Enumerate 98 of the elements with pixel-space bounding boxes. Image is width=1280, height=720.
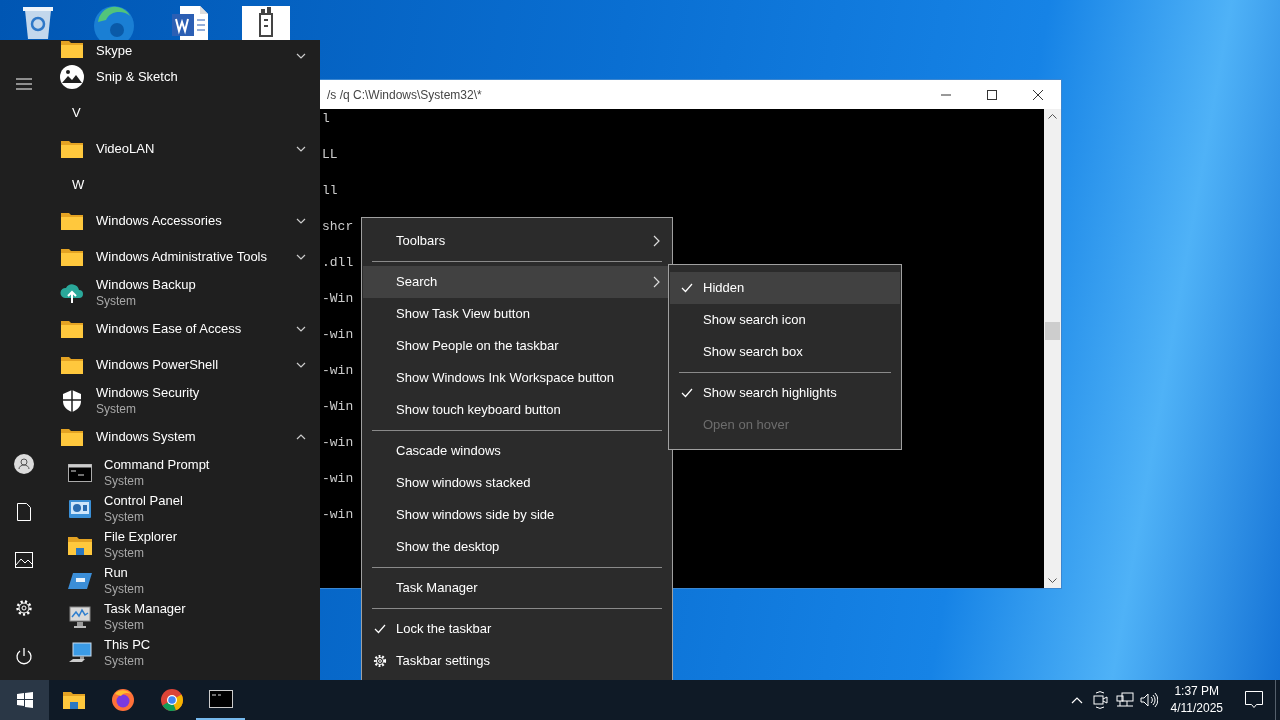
clock-time: 1:37 PM [1173,683,1221,700]
console-text: LL [322,147,338,163]
folder-icon [60,427,84,447]
start-button[interactable] [0,680,49,720]
menu-item[interactable]: Show Task View button [363,298,671,330]
folder-icon [60,247,84,267]
app-list-item[interactable]: File Explorer System [48,527,306,563]
cloud-upload-icon [59,282,85,304]
chevron-right-icon [652,276,660,288]
folder-icon [60,211,84,231]
snip-icon [59,64,85,90]
console-text: -Win [322,291,354,307]
menu-item[interactable]: Show People on the taskbar [363,330,671,362]
recycle-bin-icon[interactable] [20,4,56,40]
console-text: .dll [322,255,354,271]
scroll-down-icon[interactable] [1048,578,1057,584]
control-panel-icon [68,499,92,519]
maximize-icon [987,89,997,100]
app-list-item[interactable]: Windows System [48,419,306,455]
menu-item[interactable]: Taskbar settings [363,645,671,677]
folder-icon [67,534,93,556]
menu-item[interactable]: Show touch keyboard button [363,394,671,426]
menu-item[interactable]: Task Manager [363,572,671,604]
browser-icon [110,688,135,712]
console-text: -win [322,507,354,523]
menu-icon[interactable] [16,78,32,90]
scroll-up-icon[interactable] [1048,113,1057,119]
app-list-item[interactable]: Windows Security System [48,383,306,419]
console-text: shcr [322,219,354,235]
document-icon[interactable] [170,4,210,40]
power-icon[interactable] [15,647,33,665]
app-list-item[interactable]: This PC System [48,635,306,671]
folder-icon [61,690,86,710]
clock-date: 4/11/2025 [1170,700,1223,717]
app-list-item[interactable]: Command Prompt System [48,455,306,491]
windows-logo-icon [16,692,33,708]
folder-icon [60,139,84,159]
menu-item[interactable]: Show windows side by side [363,499,671,531]
menu-item[interactable]: Show search icon [670,304,900,336]
scroll-thumb[interactable] [1045,322,1060,340]
app-list-item[interactable]: Windows PowerShell [48,347,306,383]
menu-item[interactable]: Cascade windows [363,435,671,467]
folder-icon [60,355,84,375]
app-list-item[interactable]: Windows Administrative Tools [48,239,306,275]
app-list-item[interactable]: Windows Accessories [48,203,306,239]
console-text: l [322,111,330,127]
document-icon[interactable] [17,503,31,521]
menu-item[interactable]: Toolbars [363,225,671,257]
network-icon[interactable] [1115,692,1134,708]
app-list-item[interactable]: Windows Ease of Access [48,311,306,347]
shield-icon [61,389,83,413]
console-text: -win [322,435,354,451]
settings-icon[interactable] [15,599,33,617]
camera-icon[interactable] [1092,691,1109,709]
menu-item[interactable]: Show Windows Ink Workspace button [363,362,671,394]
chevron-up-icon[interactable] [1070,696,1083,704]
app-list-item[interactable]: Snip & Sketch [48,59,306,95]
menu-item[interactable]: Show windows stacked [363,467,671,499]
menu-item[interactable]: Show search box [670,336,900,368]
menu-item[interactable]: Show search highlights [670,377,900,409]
console-text: ll [322,183,338,199]
app-list-item[interactable]: VideoLAN [48,131,306,167]
app-icon[interactable] [242,4,290,40]
notification-icon[interactable] [1245,691,1263,709]
console-text: -win [322,327,354,343]
browser-icon [159,688,184,712]
console-text: -win [322,363,354,379]
check-icon [680,388,693,398]
check-icon [373,624,386,634]
volume-icon[interactable] [1139,692,1158,708]
pictures-icon[interactable] [15,552,33,568]
user-icon[interactable] [14,454,34,474]
close-icon [1033,89,1043,100]
chevron-right-icon [652,235,660,247]
app-list-item[interactable]: Task Manager System [48,599,306,635]
app-list-item[interactable]: Control Panel System [48,491,306,527]
console-text: -win [322,471,354,487]
folder-icon [60,40,84,59]
menu-item[interactable]: Hidden [670,272,900,304]
monitor-icon [68,605,92,629]
app-list-item[interactable]: Windows Backup System [48,275,306,311]
menu-item[interactable]: Lock the taskbar [363,613,671,645]
run-icon [67,571,93,591]
console-text: -Win [322,399,354,415]
console-icon [208,690,233,708]
section-letter[interactable]: V [48,95,306,131]
window-title: /s /q C:\Windows\System32\* [326,86,483,104]
section-letter[interactable]: W [48,167,306,203]
console-icon [68,464,92,482]
app-list-item[interactable]: Skype [48,40,306,59]
app-list-item[interactable]: Run System [48,563,306,599]
settings-icon [372,654,387,668]
menu-item[interactable]: Show the desktop [363,531,671,563]
computer-icon [68,642,92,664]
folder-icon [60,319,84,339]
menu-item[interactable]: Search [363,266,671,298]
scrollbar[interactable] [1044,109,1061,588]
check-icon [680,283,693,293]
